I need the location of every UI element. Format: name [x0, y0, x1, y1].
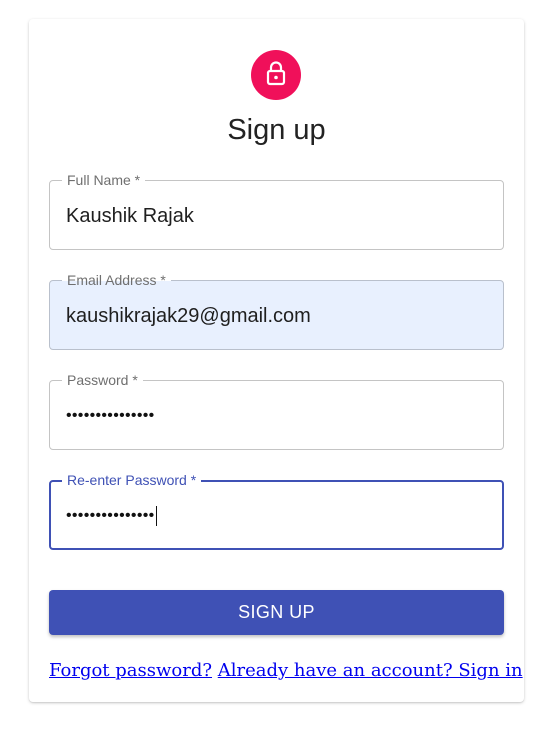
full-name-input[interactable]: Kaushik Rajak	[66, 203, 194, 229]
lock-icon	[264, 60, 288, 91]
page-title: Sign up	[227, 114, 326, 146]
reenter-password-input[interactable]: •••••••••••••••	[66, 507, 155, 524]
password-label: Password *	[62, 371, 143, 389]
forgot-password-link[interactable]: Forgot password?	[49, 660, 212, 681]
reenter-password-label: Re-enter Password *	[62, 471, 202, 489]
email-label: Email Address *	[62, 271, 171, 289]
avatar	[251, 50, 301, 100]
email-field[interactable]: Email Address * kaushikrajak29@gmail.com	[49, 271, 504, 350]
sign-in-link[interactable]: Already have an account? Sign in	[218, 660, 523, 681]
reenter-password-value[interactable]: •••••••••••••••	[66, 503, 157, 529]
footer-links: Forgot password? Already have an account…	[49, 659, 523, 683]
sign-up-button[interactable]: SIGN UP	[49, 590, 504, 635]
full-name-label: Full Name *	[62, 171, 146, 189]
password-field[interactable]: Password * •••••••••••••••	[49, 371, 504, 450]
reenter-password-field[interactable]: Re-enter Password * •••••••••••••••	[49, 471, 504, 550]
full-name-field[interactable]: Full Name * Kaushik Rajak	[49, 171, 504, 250]
email-input[interactable]: kaushikrajak29@gmail.com	[66, 303, 311, 329]
text-caret	[155, 505, 157, 526]
signup-card: Sign up Full Name * Kaushik Rajak Email …	[29, 19, 524, 702]
password-input[interactable]: •••••••••••••••	[66, 403, 155, 429]
